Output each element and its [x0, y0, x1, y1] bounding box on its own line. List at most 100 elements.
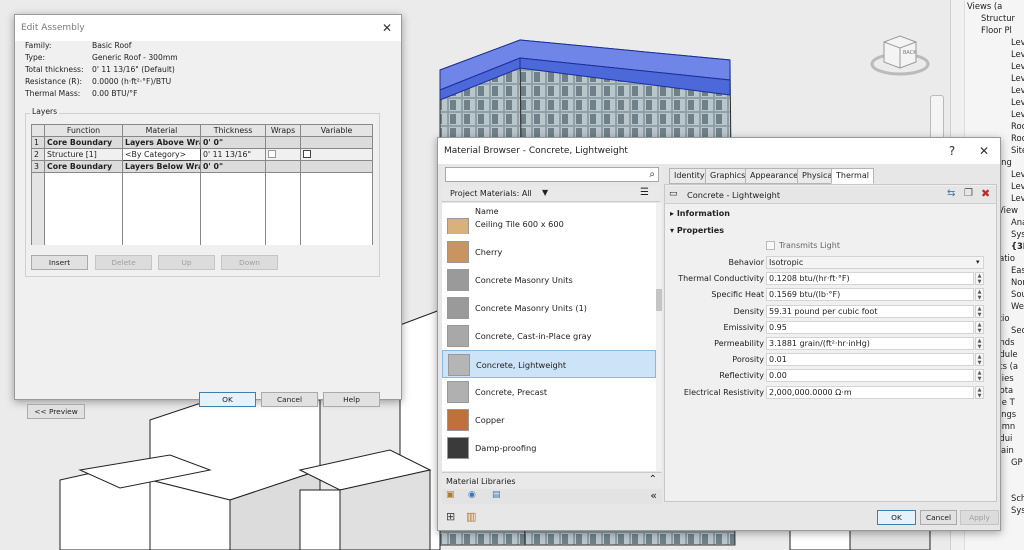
search-icon[interactable]: ⌕: [649, 168, 655, 181]
tree-item[interactable]: Nor: [1011, 276, 1024, 288]
library-panel-icon[interactable]: ▤: [492, 490, 501, 500]
project-materials-filter[interactable]: Project Materials: All: [450, 189, 532, 198]
property-value[interactable]: Isotropic: [766, 256, 984, 269]
tree-item[interactable]: Wes: [1011, 300, 1024, 312]
variable-cell[interactable]: [300, 148, 373, 161]
cancel-button[interactable]: Cancel: [261, 392, 318, 407]
insert-button[interactable]: Insert: [31, 255, 88, 270]
tree-item[interactable]: Roc: [1011, 120, 1024, 132]
chevron-up-icon[interactable]: ⌃: [649, 474, 657, 485]
tree-item[interactable]: Lev: [1011, 168, 1024, 180]
close-icon[interactable]: ✕: [373, 15, 401, 41]
list-item[interactable]: Cherry: [442, 238, 656, 266]
tree-item[interactable]: Lev: [1011, 192, 1024, 204]
delete-button[interactable]: Delete: [95, 255, 152, 270]
layer-thickness[interactable]: 0' 11 13/16": [200, 148, 266, 161]
help-button[interactable]: Help: [323, 392, 380, 407]
tree-item[interactable]: East: [1011, 264, 1024, 276]
library-folder-icon[interactable]: ▣: [446, 490, 455, 500]
list-item[interactable]: Concrete Masonry Units (1): [442, 294, 656, 322]
wraps-cell[interactable]: [265, 160, 301, 173]
property-value[interactable]: 0.00: [766, 369, 974, 383]
apply-button[interactable]: Apply: [960, 510, 999, 525]
table-row[interactable]: 3Core BoundaryLayers Below Wrap0' 0": [31, 160, 373, 173]
asset-browser-icon[interactable]: ▥: [466, 510, 476, 523]
layer-function[interactable]: Structure [1]: [44, 148, 123, 161]
variable-checkbox[interactable]: [303, 149, 311, 158]
ok-button[interactable]: OK: [877, 510, 916, 525]
property-value[interactable]: 3.1881 grain/(ft²·hr·inHg): [766, 337, 974, 350]
spinner-icon[interactable]: ▲ ▼: [975, 320, 984, 334]
material-list-scrollbar[interactable]: [656, 203, 662, 471]
layers-table[interactable]: Function Material Thickness Wraps Variable 1…: [31, 124, 373, 245]
spinner-icon[interactable]: ▲ ▼: [975, 353, 984, 367]
spinner-icon[interactable]: ▲ ▼: [975, 369, 984, 383]
property-value[interactable]: 0.1208 btu/(hr·ft·°F): [766, 272, 974, 286]
tree-item[interactable]: Roc: [1011, 132, 1024, 144]
chevron-down-icon[interactable]: ▾: [976, 258, 980, 266]
spinner-icon[interactable]: ▲ ▼: [975, 304, 984, 318]
tree-item[interactable]: Structur: [981, 12, 1015, 24]
tree-item[interactable]: Sou: [1011, 288, 1024, 300]
up-button[interactable]: Up: [158, 255, 215, 270]
layer-thickness[interactable]: 0' 0": [200, 160, 266, 173]
tree-item[interactable]: Sect: [1011, 324, 1024, 336]
remove-asset-icon[interactable]: ✖: [981, 187, 990, 200]
ok-button[interactable]: OK: [199, 392, 256, 407]
tree-item[interactable]: {3D: [1011, 240, 1024, 252]
list-item[interactable]: Copper: [442, 406, 656, 434]
list-item[interactable]: Concrete, Lightweight: [442, 350, 656, 378]
tree-item[interactable]: Lev: [1011, 96, 1024, 108]
table-row[interactable]: 2 Structure [1] <By Category> 0' 11 13/16": [31, 148, 373, 161]
transmits-light-checkbox[interactable]: [766, 241, 775, 250]
filter-icon[interactable]: ▼: [542, 188, 548, 197]
list-item[interactable]: Ceiling Tile 600 x 600: [442, 210, 656, 234]
close-icon[interactable]: ✕: [970, 138, 998, 164]
spinner-icon[interactable]: ▲ ▼: [975, 272, 984, 286]
collapse-icon[interactable]: «: [650, 489, 657, 502]
spinner-icon[interactable]: ▲ ▼: [975, 385, 984, 399]
tab-graphics[interactable]: Graphics: [705, 168, 751, 184]
tree-item[interactable]: Lev: [1011, 72, 1024, 84]
tree-item[interactable]: Lev: [1011, 180, 1024, 192]
information-section[interactable]: ▸ Information: [670, 209, 730, 218]
tree-item[interactable]: Lev: [1011, 108, 1024, 120]
tree-item[interactable]: GP: [1011, 456, 1023, 468]
list-item[interactable]: Concrete Masonry Units: [442, 266, 656, 294]
preview-button[interactable]: << Preview: [27, 404, 85, 419]
layer-function[interactable]: Core Boundary: [44, 160, 123, 173]
tree-item[interactable]: Sch: [1011, 492, 1024, 504]
variable-cell[interactable]: [300, 136, 373, 149]
property-value[interactable]: 0.95: [766, 320, 974, 334]
layer-function[interactable]: Core Boundary: [44, 136, 123, 149]
help-icon[interactable]: ?: [938, 138, 966, 164]
table-row[interactable]: 1Core BoundaryLayers Above Wrap0' 0": [31, 136, 373, 149]
spinner-icon[interactable]: ▲ ▼: [975, 337, 984, 350]
tree-item[interactable]: Ana: [1011, 216, 1024, 228]
list-item[interactable]: Concrete, Cast-in-Place gray: [442, 322, 656, 350]
property-value[interactable]: 59.31 pound per cubic foot: [766, 304, 974, 318]
tab-thermal[interactable]: Thermal: [831, 168, 874, 184]
property-value[interactable]: 0.01: [766, 353, 974, 367]
tree-item[interactable]: Views (a: [967, 0, 1002, 12]
view-options-icon[interactable]: ☰: [640, 187, 649, 198]
layer-material[interactable]: Layers Below Wrap: [122, 160, 201, 173]
tree-item[interactable]: Site: [1011, 144, 1024, 156]
wraps-cell[interactable]: [265, 136, 301, 149]
spinner-icon[interactable]: ▲ ▼: [975, 288, 984, 302]
tree-item[interactable]: Lev: [1011, 60, 1024, 72]
tree-item[interactable]: Syst: [1011, 504, 1024, 516]
layer-material[interactable]: <By Category>: [122, 148, 201, 161]
layer-material[interactable]: Layers Above Wrap: [122, 136, 201, 149]
list-item[interactable]: Damp-proofing: [442, 434, 656, 462]
material-search-input[interactable]: [446, 168, 636, 181]
property-value[interactable]: 0.1569 btu/(lb·°F): [766, 288, 974, 302]
tree-item[interactable]: Lev: [1011, 36, 1024, 48]
tree-item[interactable]: Lev: [1011, 84, 1024, 96]
down-button[interactable]: Down: [221, 255, 278, 270]
wraps-cell[interactable]: [265, 148, 301, 161]
list-item[interactable]: Concrete, Precast: [442, 378, 656, 406]
navigation-bar[interactable]: [930, 95, 944, 140]
tree-item[interactable]: Syst: [1011, 228, 1024, 240]
cancel-button[interactable]: Cancel: [920, 510, 957, 525]
